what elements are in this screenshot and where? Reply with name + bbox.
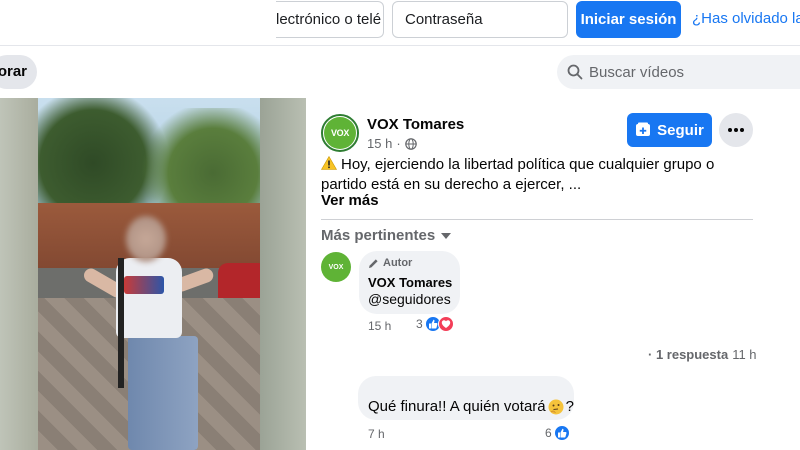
love-icon — [437, 316, 454, 332]
comment-time[interactable]: 7 h — [368, 427, 385, 441]
comment-time[interactable]: 15 h — [368, 319, 391, 333]
search-icon — [567, 64, 583, 80]
video-frame — [38, 98, 260, 450]
sort-label: Más pertinentes — [321, 227, 436, 244]
post-text: Hoy, ejerciendo la libertad política que… — [321, 155, 761, 195]
blurred-face — [126, 216, 166, 262]
comment-text: Qué finura!! A quién votará ? — [368, 398, 574, 415]
login-bar: lectrónico o telé Contraseña Iniciar ses… — [0, 0, 800, 46]
explore-button[interactable]: orar — [0, 55, 37, 89]
view-replies-link[interactable]: · 1 respuesta 11 h — [648, 347, 757, 362]
explore-label: orar — [0, 63, 27, 80]
comment-reactions[interactable]: 3 — [416, 316, 454, 332]
more-options-button[interactable] — [719, 113, 753, 147]
comment-suffix: ? — [565, 398, 574, 415]
post-body-text: Hoy, ejerciendo la libertad política que… — [321, 156, 715, 193]
commenter-name-link[interactable]: VOX Tomares — [368, 275, 452, 290]
thinking-face-icon — [548, 399, 564, 414]
follow-label: Seguir — [657, 121, 704, 139]
like-icon — [553, 425, 570, 441]
more-icon — [728, 128, 744, 132]
page-name-link[interactable]: VOX Tomares — [367, 116, 464, 133]
video-blur-left — [0, 98, 38, 450]
follow-button[interactable]: Seguir — [627, 113, 712, 147]
search-videos-input[interactable]: Buscar vídeos — [557, 55, 800, 89]
post-meta: 15 h · — [367, 136, 417, 151]
search-placeholder: Buscar vídeos — [589, 63, 685, 81]
login-button[interactable]: Iniciar sesión — [576, 1, 681, 38]
comment-avatar[interactable]: VOX — [321, 252, 351, 282]
forgot-password-link[interactable]: ¿Has olvidado la — [692, 10, 800, 27]
pencil-icon — [369, 258, 378, 268]
replies-time: 11 h — [732, 347, 757, 362]
comment-body: Qué finura!! A quién votará — [368, 398, 546, 415]
author-badge: Autor — [368, 257, 412, 269]
vox-logo: VOX — [324, 117, 356, 149]
warning-icon — [321, 156, 337, 170]
reaction-count: 6 — [545, 426, 552, 440]
replies-label: · 1 respuesta — [648, 347, 729, 362]
email-field[interactable]: lectrónico o telé — [276, 1, 384, 38]
see-more-link[interactable]: Ver más — [321, 192, 379, 209]
comment-reactions[interactable]: 6 — [545, 425, 570, 441]
chevron-down-icon — [441, 232, 452, 239]
reaction-count: 3 — [416, 317, 423, 331]
meta-separator: · — [396, 136, 401, 151]
video-player[interactable] — [0, 98, 306, 450]
follow-icon — [636, 122, 651, 136]
globe-icon — [404, 137, 417, 150]
author-label: Autor — [383, 257, 413, 269]
divider — [321, 219, 753, 220]
comment-sort-dropdown[interactable]: Más pertinentes — [321, 227, 452, 244]
page-avatar[interactable]: VOX — [321, 114, 359, 152]
post-time[interactable]: 15 h — [367, 136, 392, 151]
video-blur-right — [260, 98, 306, 450]
comment-text: @seguidores — [368, 291, 451, 307]
password-field[interactable]: Contraseña — [392, 1, 568, 38]
